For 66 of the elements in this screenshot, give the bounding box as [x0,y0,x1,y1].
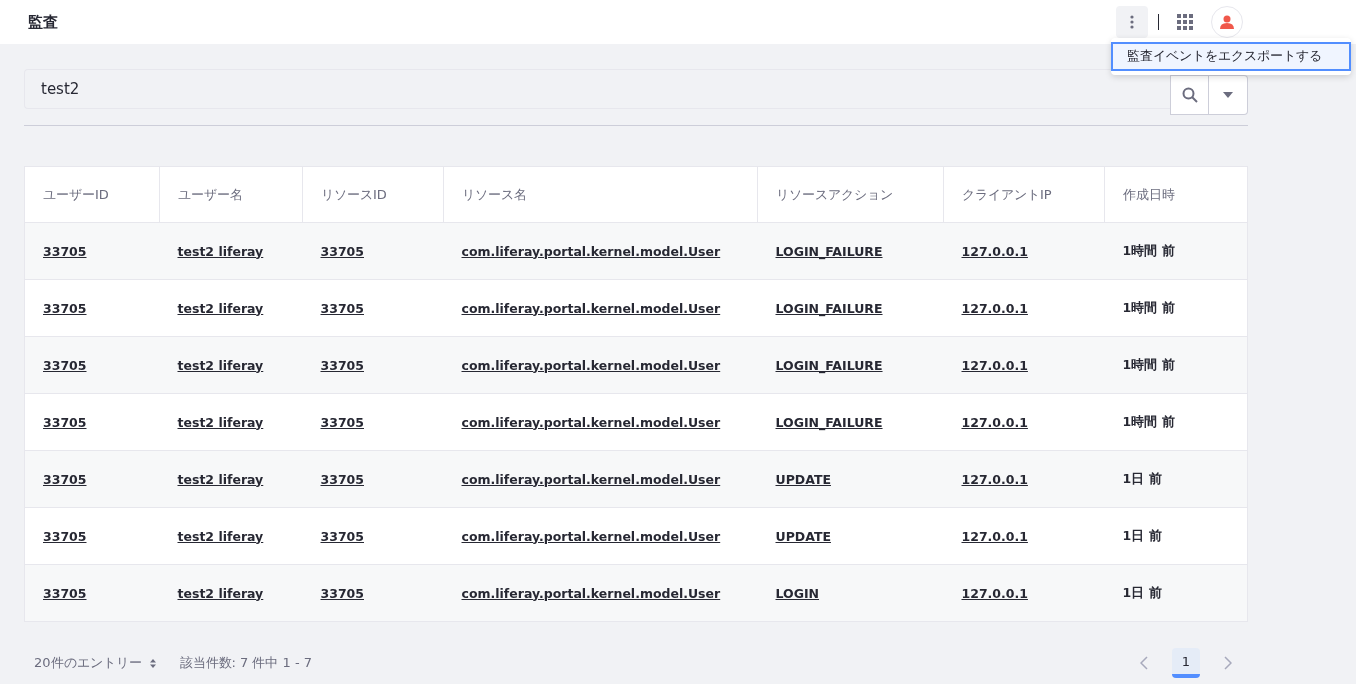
table-link[interactable]: LOGIN_FAILURE [775,357,883,373]
table-link[interactable]: 33705 [43,300,87,316]
table-cell: 1時間 前 [1122,242,1175,258]
table-link[interactable]: LOGIN_FAILURE [775,300,883,316]
table-link[interactable]: test2 liferay [177,243,264,259]
table-link[interactable]: 33705 [43,471,87,487]
column-header: 作成日時 [1104,166,1248,223]
table-link[interactable]: test2 liferay [177,300,264,316]
table-link[interactable]: test2 liferay [177,414,264,430]
options-button[interactable] [1116,6,1148,38]
table-link[interactable]: 127.0.0.1 [961,528,1028,544]
menu-item[interactable]: 監査イベントをエクスポートする [1111,42,1351,71]
table-link[interactable]: UPDATE [775,471,831,487]
chevron-right-icon [1224,656,1232,670]
table-link[interactable]: 127.0.0.1 [961,585,1028,601]
table-link[interactable]: 33705 [43,585,87,601]
results-summary: 該当件数: 7 件中 1 - 7 [179,654,313,672]
table-link[interactable]: UPDATE [775,528,831,544]
table-link[interactable]: 127.0.0.1 [961,243,1028,259]
table-link[interactable]: 33705 [43,243,87,259]
table-link[interactable]: LOGIN_FAILURE [775,414,883,430]
kebab-icon [1130,15,1134,29]
table-link[interactable]: test2 liferay [177,471,264,487]
column-header: リソースアクション [757,166,944,223]
table-link[interactable]: test2 liferay [177,528,264,544]
table-cell: 1日 前 [1122,527,1162,543]
caret-icon [1223,92,1233,98]
table-link[interactable]: 33705 [43,528,87,544]
table-link[interactable]: 33705 [43,357,87,373]
table-link[interactable]: 33705 [320,357,364,373]
table-link[interactable]: 33705 [320,528,364,544]
table-link[interactable]: LOGIN [775,585,820,601]
column-header: ユーザー名 [159,166,303,223]
column-header: クライアントIP [943,166,1105,223]
table-link[interactable]: 33705 [320,414,364,430]
column-header: リソース名 [443,166,758,223]
page-size-selector[interactable]: 20件のエントリー [34,654,156,672]
table-link[interactable]: 127.0.0.1 [961,414,1028,430]
table-cell: 1日 前 [1122,584,1162,600]
page-title: 監査 [28,12,58,32]
table-link[interactable]: test2 liferay [177,357,264,373]
table-link[interactable]: LOGIN_FAILURE [775,243,883,259]
table-cell: 1時間 前 [1122,413,1175,429]
search-button[interactable] [1170,75,1209,115]
table-link[interactable]: 33705 [320,243,364,259]
search-icon [1181,87,1198,103]
sort-icon [149,658,156,668]
table-link[interactable]: test2 liferay [177,585,264,601]
grid-icon [1177,14,1193,30]
user-avatar[interactable] [1211,6,1243,38]
table-link[interactable]: 127.0.0.1 [961,471,1028,487]
table-cell: 1時間 前 [1122,299,1175,315]
user-icon [1220,15,1234,29]
table-link[interactable]: 33705 [43,414,87,430]
table-link[interactable]: 33705 [320,300,364,316]
chevron-left-icon [1140,656,1148,670]
column-header: リソースID [302,166,444,223]
column-header: ユーザーID [24,166,160,223]
table-link[interactable]: 127.0.0.1 [961,357,1028,373]
table-link[interactable]: 33705 [320,585,364,601]
table-link[interactable]: 127.0.0.1 [961,300,1028,316]
search-field[interactable]: test2 [24,69,1170,109]
page-button[interactable]: 1 [1172,648,1200,678]
table-cell: 1時間 前 [1122,356,1175,372]
table-cell: 1日 前 [1122,470,1162,486]
table-link[interactable]: 33705 [320,471,364,487]
